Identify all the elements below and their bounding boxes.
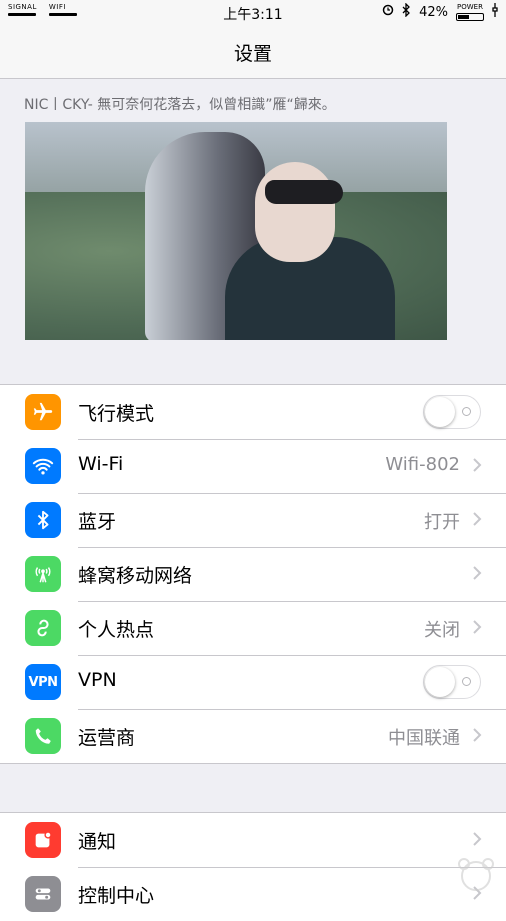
cellular-icon: [25, 556, 61, 592]
chevron-right-icon: [473, 728, 482, 742]
row-label: 运营商: [78, 727, 136, 749]
profile-photo[interactable]: [25, 122, 447, 340]
settings-row-bluetooth[interactable]: 蓝牙 打开: [0, 493, 506, 547]
settings-row-cellular[interactable]: 蜂窝移动网络: [0, 547, 506, 601]
vpn-toggle[interactable]: [423, 665, 481, 699]
hotspot-icon: [25, 610, 61, 646]
control-center-icon: [25, 876, 61, 912]
row-value: Wifi-802: [385, 454, 460, 475]
row-label: 控制中心: [78, 885, 155, 907]
chevron-right-icon: [473, 512, 482, 526]
chevron-right-icon: [473, 458, 482, 472]
profile-banner-text: NIC丨CKY- 無可奈何花落去，似曾相識”雁“歸來。: [24, 97, 336, 113]
airplane-icon: [25, 394, 61, 430]
navigation-bar: 设置: [0, 24, 506, 79]
chevron-right-icon: [473, 832, 482, 846]
page-title: 设置: [233, 43, 272, 65]
status-bar: SIGNAL WIFI 上午3:11 42% POWER: [0, 0, 506, 24]
airplane-mode-toggle[interactable]: [423, 395, 481, 429]
bluetooth-status-icon: [402, 2, 411, 21]
connectivity-section: 飞行模式 Wi-Fi Wifi-802 蓝牙 打开 蜂窝移动网络 个人热点 关闭: [0, 384, 506, 764]
row-label: Wi-Fi: [78, 453, 124, 475]
settings-row-notifications[interactable]: 通知: [0, 813, 506, 867]
row-label: 蓝牙: [78, 511, 117, 533]
system-section: 通知 控制中心: [0, 812, 506, 921]
watermark-logo-icon: [458, 858, 494, 891]
battery-icon: POWER: [456, 3, 484, 21]
phone-icon: [25, 718, 61, 754]
bluetooth-icon: [25, 502, 61, 538]
row-label: 通知: [78, 831, 117, 853]
chevron-right-icon: [473, 620, 482, 634]
battery-percent: 42%: [419, 4, 448, 20]
notifications-icon: [25, 822, 61, 858]
settings-row-vpn[interactable]: VPN VPN: [0, 655, 506, 709]
chevron-right-icon: [473, 566, 482, 580]
row-label: VPN: [78, 669, 117, 691]
row-label: 飞行模式: [78, 403, 155, 425]
settings-row-wifi[interactable]: Wi-Fi Wifi-802: [0, 439, 506, 493]
alarm-icon: [382, 4, 394, 20]
row-value: 打开: [424, 512, 460, 533]
vpn-icon: VPN: [25, 664, 61, 700]
settings-row-control-center[interactable]: 控制中心: [0, 867, 506, 921]
settings-row-personal-hotspot[interactable]: 个人热点 关闭: [0, 601, 506, 655]
row-value: 中国联通: [388, 728, 460, 749]
wifi-icon: [25, 448, 61, 484]
settings-row-carrier[interactable]: 运营商 中国联通: [0, 709, 506, 763]
charging-icon: [492, 3, 498, 21]
row-label: 个人热点: [78, 619, 155, 641]
row-value: 关闭: [424, 620, 460, 641]
settings-row-airplane-mode[interactable]: 飞行模式: [0, 385, 506, 439]
row-label: 蜂窝移动网络: [78, 565, 193, 587]
